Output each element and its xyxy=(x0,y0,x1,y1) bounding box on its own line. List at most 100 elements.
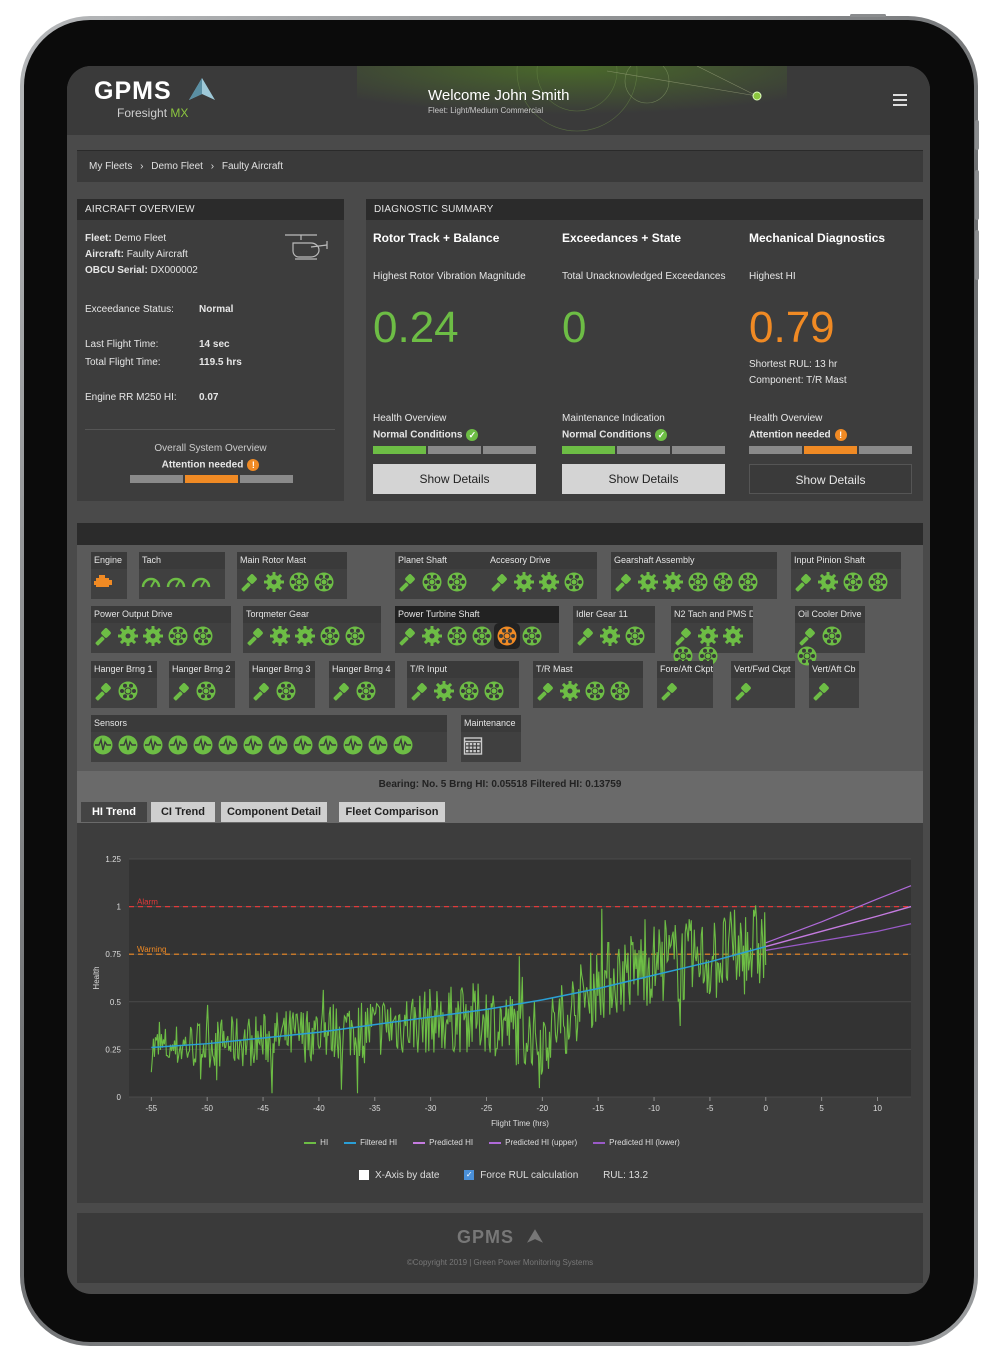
sensor-waveform-icon[interactable] xyxy=(118,735,138,755)
show-details-button[interactable]: Show Details xyxy=(749,464,912,494)
bearing-icon[interactable] xyxy=(320,626,340,646)
bearing-alert-icon[interactable] xyxy=(494,623,520,649)
shaft-icon[interactable] xyxy=(575,626,595,646)
sensor-waveform-icon[interactable] xyxy=(293,735,313,755)
bearing-icon[interactable] xyxy=(196,681,216,701)
component-oil-cooler-drive[interactable]: Oil Cooler Drive xyxy=(795,606,865,666)
gear-icon[interactable] xyxy=(143,626,163,646)
legend-item[interactable]: HI xyxy=(304,1138,328,1147)
bearing-icon[interactable] xyxy=(356,681,376,701)
gear-icon[interactable] xyxy=(560,681,580,701)
bearing-icon[interactable] xyxy=(843,572,863,592)
legend-item[interactable]: Predicted HI (upper) xyxy=(489,1138,577,1147)
gear-icon[interactable] xyxy=(600,626,620,646)
component-accesory-drive[interactable]: Accesory Drive xyxy=(487,552,597,599)
sensor-waveform-icon[interactable] xyxy=(268,735,288,755)
component-power-output-drive[interactable]: Power Output Drive xyxy=(91,606,231,653)
bearing-icon[interactable] xyxy=(472,626,492,646)
shaft-icon[interactable] xyxy=(793,572,813,592)
calendar-icon[interactable] xyxy=(463,735,483,755)
show-details-button[interactable]: Show Details xyxy=(373,464,536,494)
component-t-r-input[interactable]: T/R Input xyxy=(407,661,519,708)
sensor-waveform-icon[interactable] xyxy=(193,735,213,755)
sensor-waveform-icon[interactable] xyxy=(218,735,238,755)
engine-alert-icon[interactable] xyxy=(93,572,113,592)
bearing-icon[interactable] xyxy=(276,681,296,701)
sensor-waveform-icon[interactable] xyxy=(93,735,113,755)
component-sensors[interactable]: Sensors xyxy=(91,715,447,762)
component-main-rotor-mast[interactable]: Main Rotor Mast xyxy=(237,552,347,599)
shaft-icon[interactable] xyxy=(673,626,693,646)
bearing-icon[interactable] xyxy=(345,626,365,646)
shaft-icon[interactable] xyxy=(239,572,259,592)
tab-component-detail[interactable]: Component Detail xyxy=(221,802,327,822)
component-tach[interactable]: Tach xyxy=(139,552,225,599)
legend-item[interactable]: Filtered HI xyxy=(344,1138,397,1147)
component-hanger-brng-1[interactable]: Hanger Brng 1 xyxy=(91,661,157,708)
component-hanger-brng-4[interactable]: Hanger Brng 4 xyxy=(329,661,395,708)
hamburger-menu-icon[interactable] xyxy=(893,94,907,106)
gear-icon[interactable] xyxy=(698,626,718,646)
bearing-icon[interactable] xyxy=(314,572,334,592)
gear-icon[interactable] xyxy=(422,626,442,646)
bearing-icon[interactable] xyxy=(868,572,888,592)
bearing-icon[interactable] xyxy=(447,626,467,646)
tachometer-icon[interactable] xyxy=(166,572,186,592)
gear-icon[interactable] xyxy=(638,572,658,592)
force-rul-checkbox[interactable]: ✓ xyxy=(464,1170,475,1181)
bearing-icon[interactable] xyxy=(610,681,630,701)
shaft-icon[interactable] xyxy=(397,626,417,646)
shaft-icon[interactable] xyxy=(535,681,555,701)
gear-icon[interactable] xyxy=(818,572,838,592)
shaft-icon[interactable] xyxy=(489,572,509,592)
component-torqmeter-gear[interactable]: Torqmeter Gear xyxy=(243,606,381,653)
shaft-icon[interactable] xyxy=(397,572,417,592)
tachometer-icon[interactable] xyxy=(141,572,161,592)
component-power-turbine-shaft[interactable]: Power Turbine Shaft xyxy=(395,606,559,653)
bearing-icon[interactable] xyxy=(422,572,442,592)
shaft-icon[interactable] xyxy=(251,681,271,701)
shaft-icon[interactable] xyxy=(797,626,817,646)
component-gearshaft-assembly[interactable]: Gearshaft Assembly xyxy=(611,552,777,599)
shaft-icon[interactable] xyxy=(171,681,191,701)
bearing-icon[interactable] xyxy=(564,572,584,592)
show-details-button[interactable]: Show Details xyxy=(562,464,725,494)
shaft-icon[interactable] xyxy=(733,681,753,701)
gear-icon[interactable] xyxy=(295,626,315,646)
x-axis-by-date-checkbox[interactable] xyxy=(359,1170,369,1181)
gear-icon[interactable] xyxy=(434,681,454,701)
component-input-pinion-shaft[interactable]: Input Pinion Shaft xyxy=(791,552,901,599)
tachometer-icon[interactable] xyxy=(191,572,211,592)
component-maintenance[interactable]: Maintenance xyxy=(461,715,521,762)
bearing-icon[interactable] xyxy=(822,626,842,646)
breadcrumb-item[interactable]: Faulty Aircraft xyxy=(222,161,283,172)
bearing-icon[interactable] xyxy=(585,681,605,701)
bearing-icon[interactable] xyxy=(118,681,138,701)
component-t-r-mast[interactable]: T/R Mast xyxy=(533,661,643,708)
shaft-icon[interactable] xyxy=(613,572,633,592)
shaft-icon[interactable] xyxy=(811,681,831,701)
shaft-icon[interactable] xyxy=(93,626,113,646)
sensor-waveform-icon[interactable] xyxy=(368,735,388,755)
gear-icon[interactable] xyxy=(264,572,284,592)
component-n2-tach-and-pms-drive[interactable]: N2 Tach and PMS Drive xyxy=(671,606,753,666)
sensor-waveform-icon[interactable] xyxy=(143,735,163,755)
gear-icon[interactable] xyxy=(118,626,138,646)
component-fore-aft-ckpt[interactable]: Fore/Aft Ckpt xyxy=(657,661,713,708)
bearing-icon[interactable] xyxy=(484,681,504,701)
bearing-icon[interactable] xyxy=(522,626,542,646)
shaft-icon[interactable] xyxy=(331,681,351,701)
legend-item[interactable]: Predicted HI xyxy=(413,1138,473,1147)
bearing-icon[interactable] xyxy=(447,572,467,592)
gear-icon[interactable] xyxy=(270,626,290,646)
gear-icon[interactable] xyxy=(723,626,743,646)
sensor-waveform-icon[interactable] xyxy=(343,735,363,755)
bearing-icon[interactable] xyxy=(625,626,645,646)
component-hanger-brng-2[interactable]: Hanger Brng 2 xyxy=(169,661,235,708)
bearing-icon[interactable] xyxy=(688,572,708,592)
gear-icon[interactable] xyxy=(663,572,683,592)
sensor-waveform-icon[interactable] xyxy=(393,735,413,755)
legend-item[interactable]: Predicted HI (lower) xyxy=(593,1138,680,1147)
gear-icon[interactable] xyxy=(514,572,534,592)
shaft-icon[interactable] xyxy=(659,681,679,701)
